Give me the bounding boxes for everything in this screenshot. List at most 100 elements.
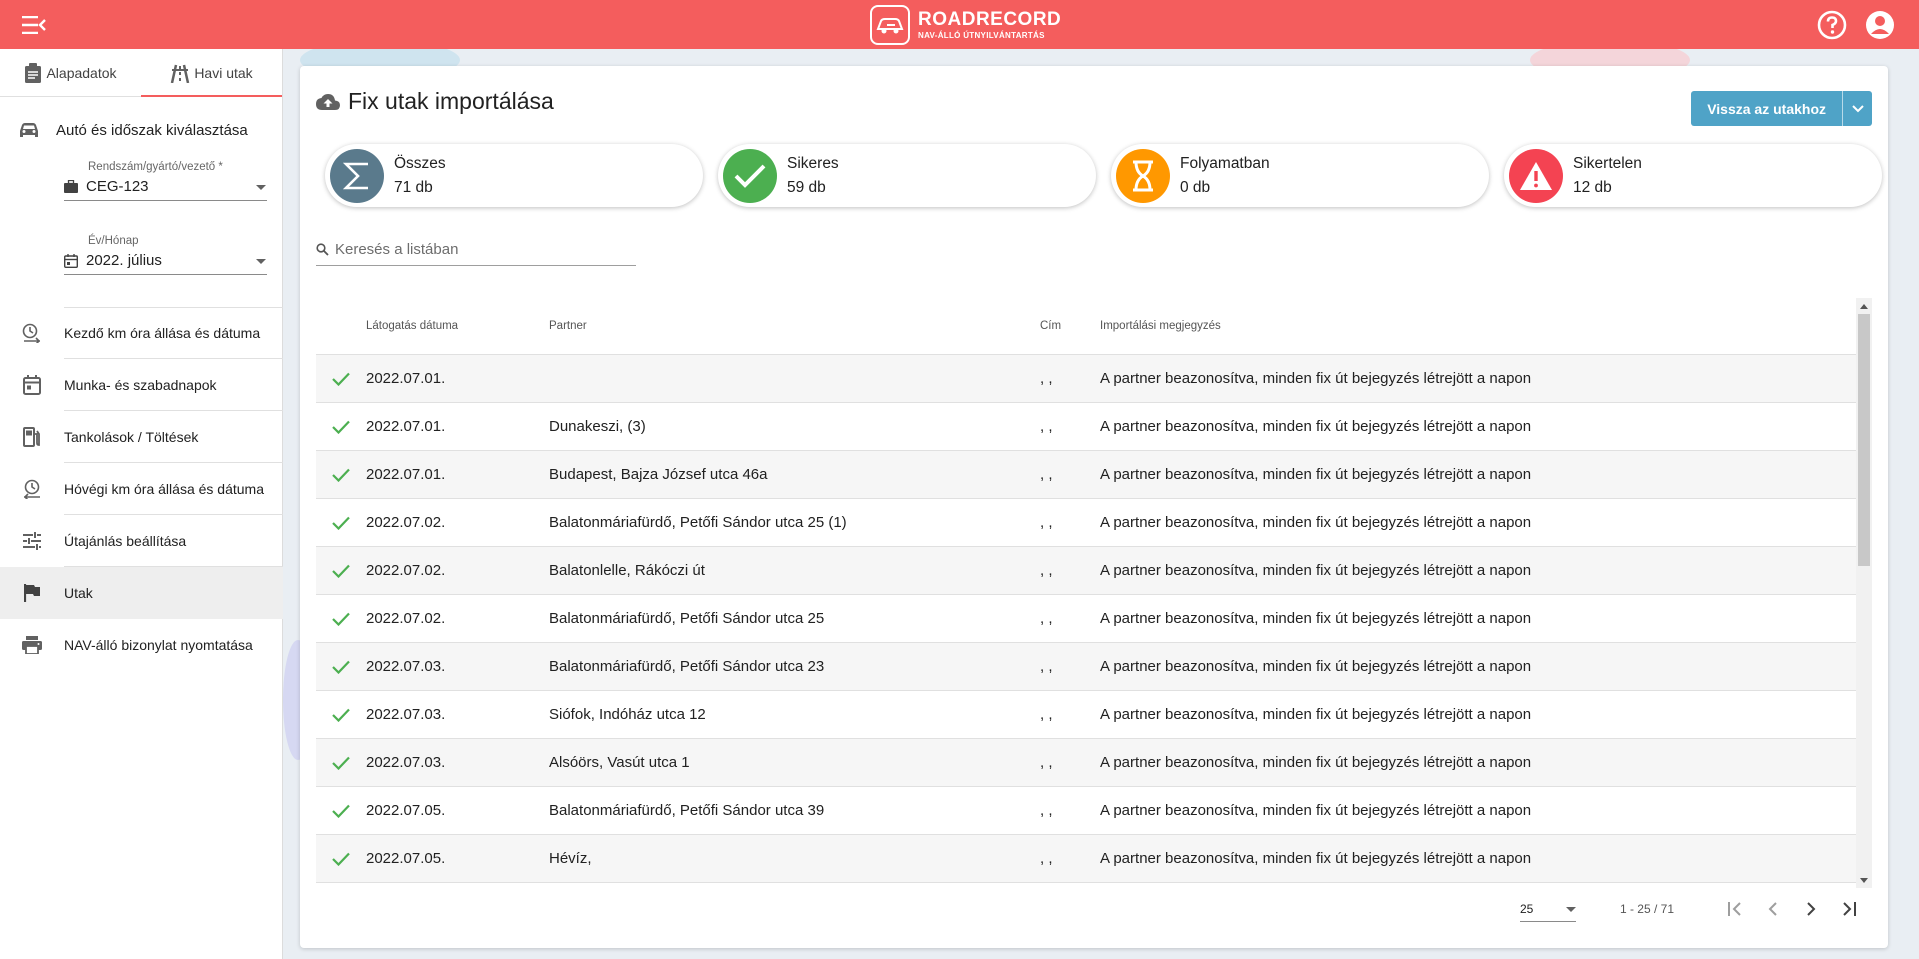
stat-value: 0 db (1180, 178, 1211, 196)
dropdown-arrow-icon (1565, 902, 1576, 916)
cell-partner: Budapest, Bajza József utca 46a (549, 466, 768, 483)
sigma-icon (330, 148, 384, 203)
period-select[interactable]: Év/Hónap 2022. július (64, 235, 267, 275)
nav-item-utajanlas[interactable]: Útajánlás beállítása (0, 515, 283, 567)
success-check-icon (316, 660, 366, 674)
column-header-address[interactable]: Cím (1040, 320, 1100, 332)
search-input[interactable] (335, 241, 625, 258)
success-check-icon (316, 708, 366, 722)
column-header-date[interactable]: Látogatás dátuma (366, 320, 549, 332)
table-row[interactable]: 2022.07.02. Balatonlelle, Rákóczi út , , A … (316, 547, 1856, 595)
help-button[interactable] (1817, 10, 1847, 40)
dropdown-arrow-icon (255, 178, 267, 195)
stats-row: Összes 71 db Sikeres 59 db Folyamatban 0 db… (325, 144, 1882, 207)
back-to-trips-button[interactable]: Vissza az utakhoz (1691, 91, 1872, 126)
cloud-upload-icon (316, 93, 340, 110)
menu-collapse-button[interactable] (20, 12, 48, 38)
nav-item-munkanapok[interactable]: Munka- és szabadnapok (0, 359, 283, 411)
check-icon (723, 148, 777, 203)
chevron-down-icon (1851, 104, 1864, 112)
nav-item-tankolasok[interactable]: Tankolások / Töltések (0, 411, 283, 463)
nav-item-kezdo-km[interactable]: Kezdő km óra állása és dátuma (0, 307, 283, 359)
section-title: Autó és időszak kiválasztása (0, 97, 282, 163)
cell-date: 2022.07.03. (366, 706, 446, 723)
previous-page-button[interactable] (1754, 890, 1792, 928)
page-size-select[interactable]: 25 (1519, 896, 1576, 922)
period-select-label: Év/Hónap (88, 235, 139, 247)
stat-success: Sikeres 59 db (718, 144, 1096, 207)
table-row[interactable]: 2022.07.01. Dunakeszi, (3) , , A partner be… (316, 403, 1856, 451)
main-card: Fix utak importálása Vissza az utakhoz Ö… (300, 66, 1888, 948)
stat-label: Folyamatban (1180, 154, 1270, 172)
print-icon (0, 636, 64, 654)
nav-item-nyomtatas[interactable]: NAV-álló bizonylat nyomtatása (0, 619, 283, 671)
stat-total: Összes 71 db (325, 144, 703, 207)
cell-address: , , (1040, 418, 1053, 435)
cell-address: , , (1040, 802, 1053, 819)
cell-date: 2022.07.05. (366, 850, 446, 867)
account-button[interactable] (1865, 10, 1895, 40)
success-check-icon (316, 564, 366, 578)
cell-partner: Alsóörs, Vasút utca 1 (549, 754, 690, 771)
nav-item-label: Utak (64, 585, 93, 601)
cell-date: 2022.07.02. (366, 610, 446, 627)
table-row[interactable]: 2022.07.05. Balatonmáriafürdő, Petőfi Sán… (316, 787, 1856, 835)
tab-label: Havi utak (194, 64, 253, 81)
first-page-button[interactable] (1716, 890, 1754, 928)
search-field[interactable] (316, 234, 636, 266)
cell-note: A partner beazonosítva, minden fix út be… (1100, 514, 1532, 531)
stat-failed: Sikertelen 12 db (1504, 144, 1882, 207)
table-scrollbar[interactable] (1856, 298, 1872, 888)
tab-label: Alapadatok (46, 64, 117, 81)
cell-address: , , (1040, 466, 1053, 483)
next-page-button[interactable] (1792, 890, 1830, 928)
stat-value: 12 db (1573, 178, 1612, 196)
brand-logo[interactable]: ROADRECORD NAV-ÁLLÓ ÚTNYILVÁNTARTÁS (870, 4, 1061, 46)
calendar-small-icon (64, 253, 84, 268)
table-row[interactable]: 2022.07.02. Balatonmáriafürdő, Petőfi Sán… (316, 595, 1856, 643)
success-check-icon (316, 852, 366, 866)
vehicle-select-label: Rendszám/gyártó/vezető * (88, 161, 223, 173)
scroll-up-icon[interactable] (1858, 300, 1870, 312)
nav-item-label: NAV-álló bizonylat nyomtatása (64, 637, 253, 653)
calendar-icon (0, 375, 64, 395)
nav-item-label: Munka- és szabadnapok (64, 377, 217, 393)
cell-address: , , (1040, 562, 1053, 579)
first-page-icon (1728, 902, 1741, 916)
cell-note: A partner beazonosítva, minden fix út be… (1100, 802, 1532, 819)
cell-note: A partner beazonosítva, minden fix út be… (1100, 370, 1532, 387)
period-select-value: 2022. július (86, 252, 162, 269)
brand-name: ROADRECORD (918, 9, 1062, 30)
last-page-button[interactable] (1830, 890, 1868, 928)
page-size-value: 25 (1519, 901, 1534, 916)
table-row[interactable]: 2022.07.01. , , A partner beazonosítva, mi… (316, 355, 1856, 403)
nav-item-hovegi-km[interactable]: Hóvégi km óra állása és dátuma (0, 463, 283, 515)
tab-alapadatok[interactable]: Alapadatok (0, 49, 141, 96)
back-dropdown-button[interactable] (1842, 91, 1872, 126)
back-to-trips-label: Vissza az utakhoz (1707, 100, 1826, 117)
table-row[interactable]: 2022.07.05. Hévíz, , , A partner beazonosít… (316, 835, 1856, 883)
cell-partner: Balatonlelle, Rákóczi út (549, 562, 705, 579)
table-row[interactable]: 2022.07.03. Siófok, Indóház utca 12 , , A p… (316, 691, 1856, 739)
success-check-icon (316, 516, 366, 530)
table-row[interactable]: 2022.07.03. Balatonmáriafürdő, Petőfi Sán… (316, 643, 1856, 691)
cell-note: A partner beazonosítva, minden fix út be… (1100, 850, 1532, 867)
briefcase-icon (64, 180, 84, 193)
column-header-partner[interactable]: Partner (549, 320, 1040, 332)
scroll-down-icon[interactable] (1858, 874, 1870, 886)
table-row[interactable]: 2022.07.01. Budapest, Bajza József utca 4… (316, 451, 1856, 499)
stat-in-progress: Folyamatban 0 db (1111, 144, 1489, 207)
table-row[interactable]: 2022.07.03. Alsóörs, Vasút utca 1 , , A par… (316, 739, 1856, 787)
column-header-note[interactable]: Importálási megjegyzés (1100, 320, 1856, 332)
cell-partner: Hévíz, (549, 850, 592, 867)
nav-item-utak[interactable]: Utak (0, 567, 283, 619)
sidebar: Alapadatok Havi utak Autó és időszak kiv… (0, 49, 283, 959)
table-row[interactable]: 2022.07.02. Balatonmáriafürdő, Petőfi Sán… (316, 499, 1856, 547)
tab-havi-utak[interactable]: Havi utak (141, 49, 282, 97)
cell-note: A partner beazonosítva, minden fix út be… (1100, 562, 1532, 579)
vehicle-select[interactable]: Rendszám/gyártó/vezető * CEG-123 (64, 161, 267, 201)
cell-date: 2022.07.02. (366, 514, 446, 531)
scroll-thumb[interactable] (1858, 314, 1870, 566)
cell-address: , , (1040, 850, 1053, 867)
cell-partner: Balatonmáriafürdő, Petőfi Sándor utca 25… (549, 514, 847, 531)
